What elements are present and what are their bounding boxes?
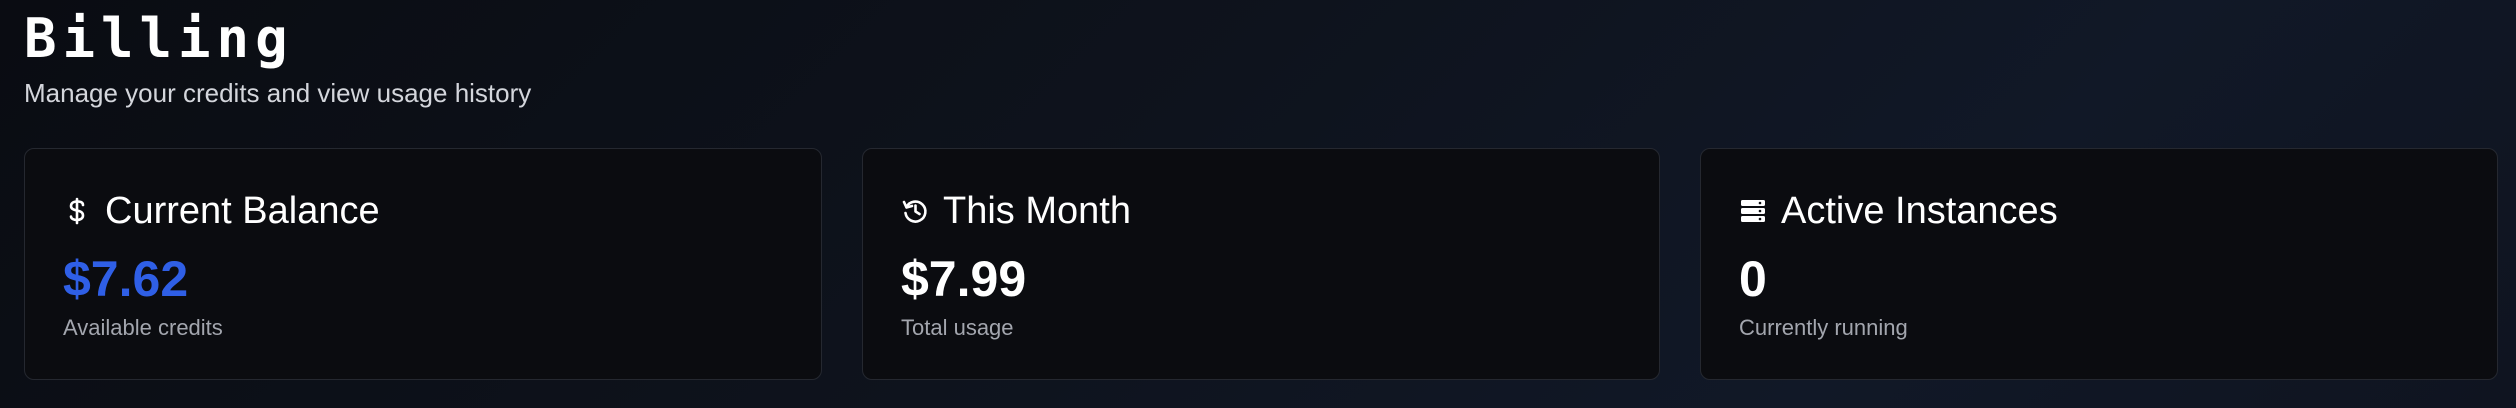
card-title: Active Instances (1781, 190, 2058, 232)
card-title: This Month (943, 190, 1131, 232)
balance-value: $7.62 (63, 251, 189, 307)
page-header: Billing Manage your credits and view usa… (24, 7, 532, 109)
page-subtitle: Manage your credits and view usage histo… (24, 78, 532, 108)
history-icon (901, 197, 929, 225)
stats-cards: Current Balance $7.62 Available credits … (24, 148, 2498, 380)
server-icon (1739, 197, 1767, 225)
card-header: Current Balance (63, 189, 783, 233)
card-title: Current Balance (105, 190, 380, 232)
card-note: Available credits (63, 315, 223, 340)
current-balance-card: Current Balance $7.62 Available credits (24, 148, 822, 380)
card-note: Currently running (1739, 315, 1908, 340)
month-usage-value: $7.99 (901, 251, 1027, 307)
this-month-card: This Month $7.99 Total usage (862, 148, 1660, 380)
page-title: Billing (24, 7, 294, 70)
active-instances-card: Active Instances 0 Currently running (1700, 148, 2498, 380)
card-note: Total usage (901, 315, 1014, 340)
dollar-icon (63, 197, 91, 225)
card-header: This Month (901, 189, 1621, 233)
instances-count-value: 0 (1739, 251, 1767, 307)
card-header: Active Instances (1739, 189, 2459, 233)
